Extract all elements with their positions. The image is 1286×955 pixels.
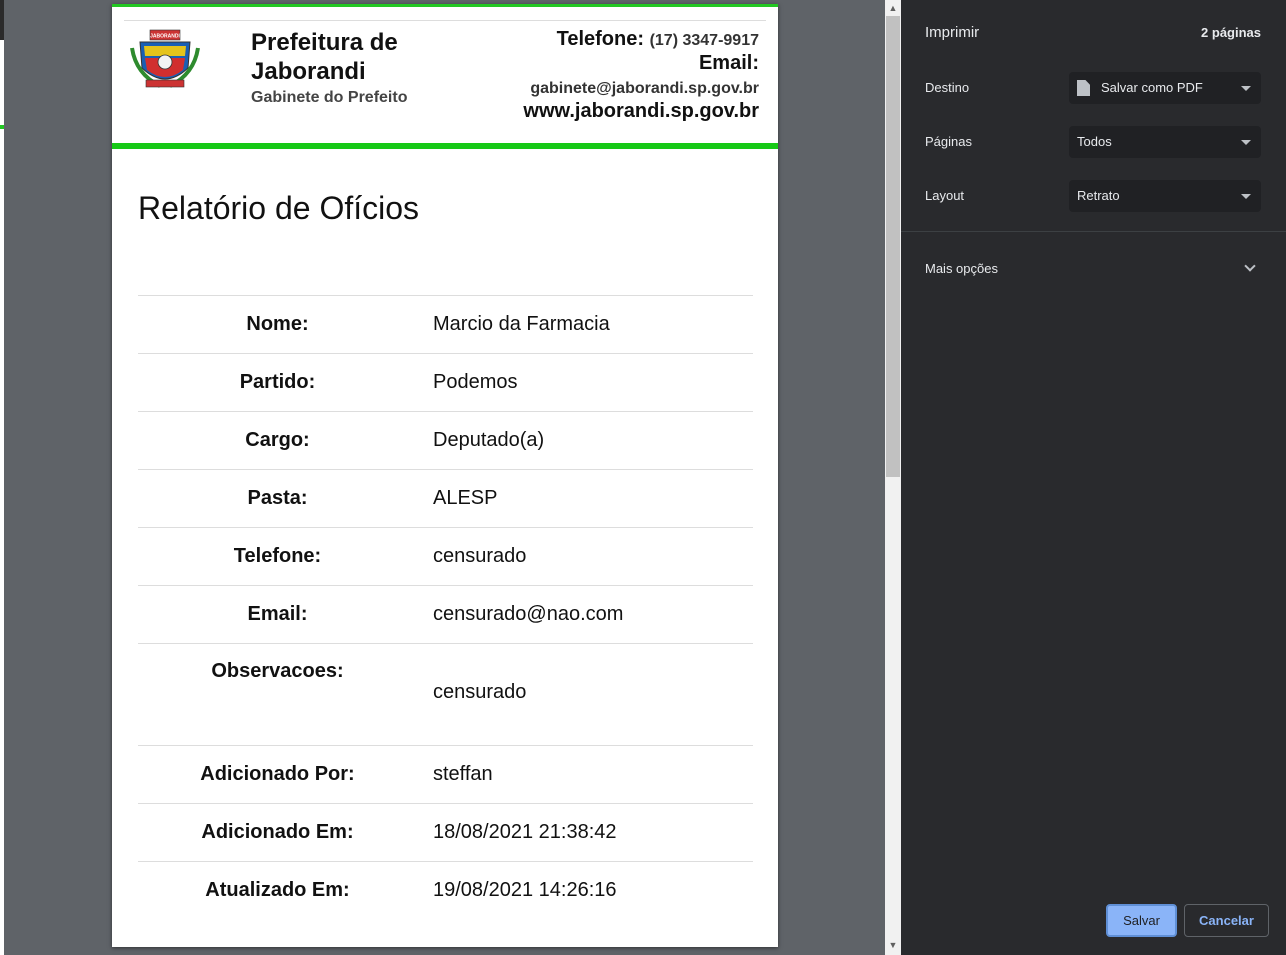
table-row: Atualizado Em: 19/08/2021 14:26:16 <box>138 861 753 920</box>
row-value: Podemos <box>433 371 518 393</box>
dropdown-arrow-icon <box>1241 194 1251 199</box>
table-row: Telefone: censurado <box>138 527 753 586</box>
pages-select[interactable]: Todos <box>1069 126 1261 158</box>
table-row: Partido: Podemos <box>138 353 753 412</box>
layout-label: Layout <box>925 188 965 203</box>
row-value: Deputado(a) <box>433 429 545 451</box>
report-table: Nome: Marcio da Farmacia Partido: Podemo… <box>138 295 753 920</box>
table-row: Email: censurado@nao.com <box>138 585 753 644</box>
chevron-down-icon[interactable] <box>1244 260 1256 272</box>
cancel-button[interactable]: Cancelar <box>1184 904 1269 937</box>
preview-scrollbar[interactable]: ▲ ▼ <box>885 0 901 955</box>
email-label: Email: <box>698 52 759 74</box>
row-value: 19/08/2021 14:26:16 <box>433 879 617 902</box>
row-value: censurado@nao.com <box>433 603 624 625</box>
row-label: Email: <box>247 603 308 625</box>
row-label: Telefone: <box>233 545 322 567</box>
scroll-up-arrow-icon[interactable]: ▲ <box>885 0 901 16</box>
print-title: Imprimir <box>925 24 980 41</box>
row-value: steffan <box>433 763 493 785</box>
header-bottom-line <box>112 143 778 149</box>
phone-label: Telefone: <box>556 28 645 50</box>
row-label: Adicionado Por: <box>200 763 355 785</box>
row-value: censurado <box>433 681 527 703</box>
destination-label: Destino <box>925 80 970 95</box>
layout-value: Retrato <box>1077 188 1120 203</box>
crest-icon: JABORANDI <box>130 29 200 88</box>
dropdown-arrow-icon <box>1241 86 1251 91</box>
row-value: ALESP <box>433 487 498 509</box>
row-value: Marcio da Farmacia <box>433 313 610 335</box>
table-row: Adicionado Por: steffan <box>138 745 753 804</box>
report-title: Relatório de Ofícios <box>138 190 420 226</box>
scroll-down-arrow-icon[interactable]: ▼ <box>885 937 901 953</box>
header-top-line <box>112 4 778 7</box>
row-label: Atualizado Em: <box>205 879 350 902</box>
row-value: censurado <box>433 545 527 567</box>
layout-select[interactable]: Retrato <box>1069 180 1261 212</box>
row-label: Cargo: <box>245 429 310 451</box>
website: www.jaborandi.sp.gov.br <box>523 100 759 122</box>
scroll-thumb[interactable] <box>886 16 900 477</box>
more-options-toggle[interactable]: Mais opções <box>925 261 998 276</box>
save-button[interactable]: Salvar <box>1106 904 1177 937</box>
row-label: Pasta: <box>247 487 308 509</box>
dropdown-arrow-icon <box>1241 140 1251 145</box>
phone-value: (17) 3347-9917 <box>649 32 759 49</box>
preview-page: JABORANDI Prefeitura de Jaborandi Gabine… <box>112 4 778 947</box>
table-row: Nome: Marcio da Farmacia <box>138 295 753 354</box>
print-settings-panel: Imprimir 2 páginas Destino Salvar como P… <box>901 0 1286 955</box>
row-label: Nome: <box>246 313 309 335</box>
print-preview-area[interactable]: JABORANDI Prefeitura de Jaborandi Gabine… <box>4 0 885 955</box>
page-count: 2 páginas <box>1201 25 1261 40</box>
file-icon <box>1077 80 1090 96</box>
panel-divider <box>901 231 1286 232</box>
table-row: Cargo: Deputado(a) <box>138 411 753 470</box>
header-thin-line <box>124 20 766 21</box>
crest-banner: JABORANDI <box>150 34 180 40</box>
row-label: Partido: <box>239 371 316 393</box>
email-value: gabinete@jaborandi.sp.gov.br <box>530 80 759 97</box>
pages-label: Páginas <box>925 134 972 149</box>
row-value: 18/08/2021 21:38:42 <box>433 821 617 843</box>
row-label: Observacoes: <box>211 660 344 682</box>
org-name: Prefeitura de Jaborandi <box>251 29 398 85</box>
org-subtitle: Gabinete do Prefeito <box>251 89 408 106</box>
row-label: Adicionado Em: <box>201 821 354 843</box>
destination-value: Salvar como PDF <box>1101 80 1203 95</box>
table-row: Pasta: ALESP <box>138 469 753 528</box>
destination-select[interactable]: Salvar como PDF <box>1069 72 1261 104</box>
table-row: Adicionado Em: 18/08/2021 21:38:42 <box>138 803 753 862</box>
table-row: Observacoes: censurado <box>138 643 753 746</box>
header-phone: Telefone: (17) 3347-9917 <box>557 28 759 51</box>
pages-value: Todos <box>1077 134 1112 149</box>
